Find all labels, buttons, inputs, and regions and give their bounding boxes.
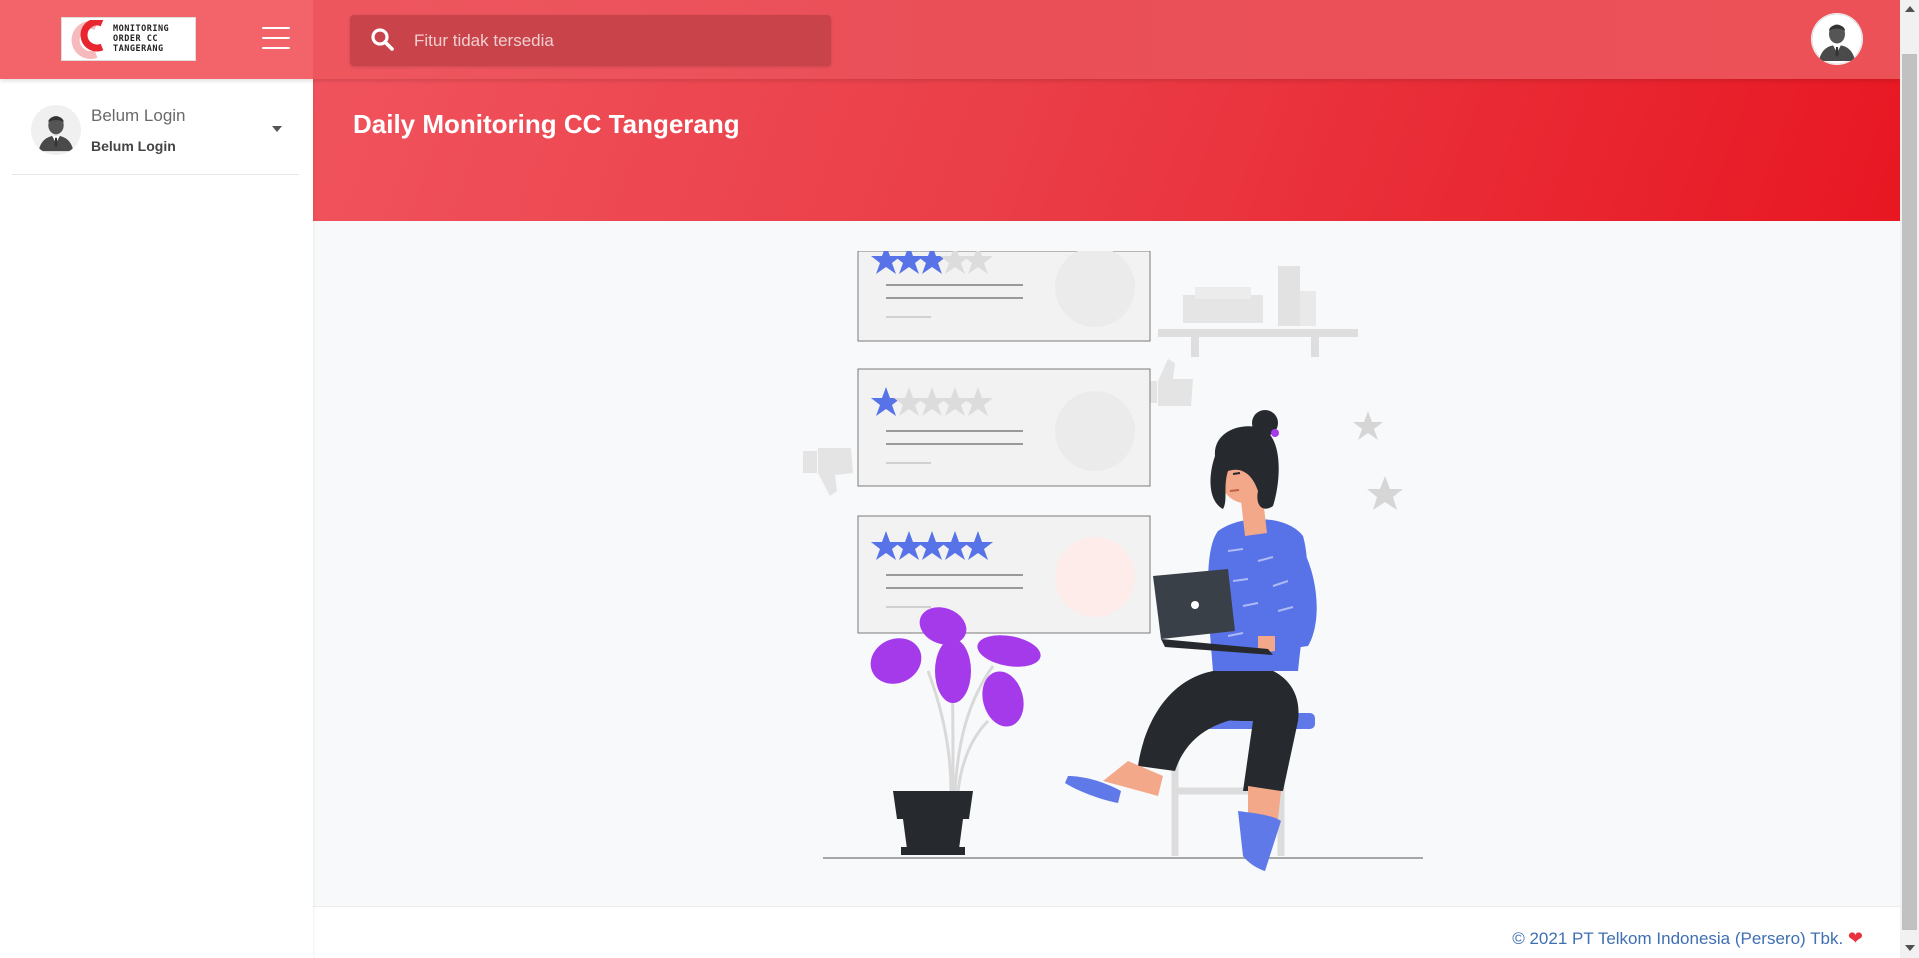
user-panel[interactable]: Belum Login Belum Login: [12, 79, 299, 175]
scroll-down-arrow-icon[interactable]: [1905, 945, 1915, 951]
scroll-up-arrow-icon[interactable]: [1905, 6, 1915, 12]
star-icon: [1353, 411, 1383, 440]
top-navbar: MONITORING ORDER CC TANGERANG: [0, 0, 1900, 79]
feedback-illustration: [803, 245, 1443, 886]
review-card: [857, 245, 1151, 342]
logo-text: MONITORING ORDER CC TANGERANG: [113, 24, 170, 54]
app-logo[interactable]: MONITORING ORDER CC TANGERANG: [61, 17, 196, 61]
user-avatar-button[interactable]: [1811, 13, 1863, 65]
user-status: Belum Login: [91, 138, 176, 154]
avatar: [31, 105, 81, 155]
search-icon[interactable]: [370, 27, 396, 58]
footer-copyright: © 2021 PT Telkom Indonesia (Persero) Tbk…: [1512, 928, 1863, 949]
search-input[interactable]: [414, 15, 814, 66]
sidebar: Belum Login Belum Login: [0, 79, 313, 958]
main-content: [313, 221, 1900, 906]
scrollbar-thumb[interactable]: [1902, 54, 1917, 930]
brand-area: MONITORING ORDER CC TANGERANG: [0, 0, 313, 79]
page-title: Daily Monitoring CC Tangerang: [353, 109, 740, 139]
review-card: [857, 515, 1151, 634]
footer: © 2021 PT Telkom Indonesia (Persero) Tbk…: [313, 906, 1900, 958]
search-bar: [350, 15, 831, 66]
user-name: Belum Login: [91, 106, 186, 125]
vertical-scrollbar[interactable]: [1900, 0, 1919, 958]
thumbs-down-icon: [803, 448, 853, 496]
star-icon: [1367, 476, 1403, 510]
chevron-down-icon[interactable]: [272, 126, 282, 132]
review-card: [857, 368, 1151, 487]
menu-toggle-button[interactable]: [262, 27, 290, 49]
page-header: Daily Monitoring CC Tangerang: [313, 79, 1900, 221]
copyright-text: © 2021 PT Telkom Indonesia (Persero) Tbk…: [1512, 929, 1844, 948]
shelf-illustration: [1158, 266, 1358, 357]
heart-icon: ❤: [1847, 928, 1863, 948]
plant-illustration: [870, 607, 1041, 855]
